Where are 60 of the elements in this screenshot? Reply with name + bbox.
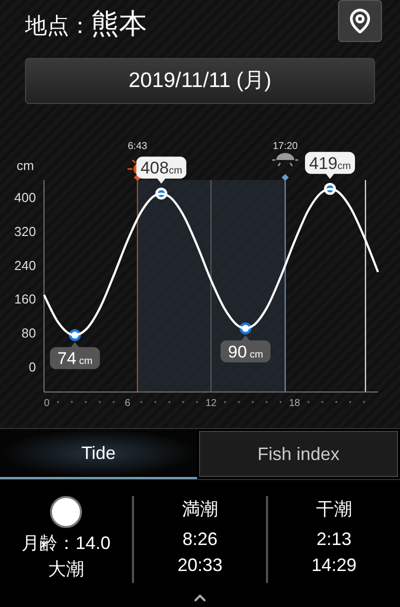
x-minor-tick (182, 400, 184, 403)
sunrise-time: 6:43 (128, 140, 148, 152)
tide-value-callout: 90 cm (220, 335, 271, 362)
x-minor-tick (154, 400, 156, 403)
x-minor-tick (140, 400, 142, 403)
x-minor-tick (266, 400, 268, 403)
tide-point-marker (240, 322, 252, 334)
x-minor-tick (321, 400, 324, 403)
x-minor-tick (349, 400, 352, 403)
y-tick-label: 400 (14, 190, 36, 205)
annotation: 408cm (140, 158, 182, 178)
sunset-icon (272, 152, 298, 166)
y-tick-label: 320 (14, 224, 36, 238)
x-tick-label: 18 (288, 398, 300, 409)
tab[interactable]: Fish index (199, 430, 398, 478)
annotation: 419cm (309, 154, 351, 173)
tide-value-callout: 408cm (136, 156, 186, 184)
y-axis-title: cm (16, 158, 34, 173)
moon-age: 月齢：14.0 (21, 532, 111, 556)
x-minor-tick (98, 400, 101, 403)
tide-point-marker (324, 182, 336, 195)
date-button[interactable]: 2019/11/11 (月) (25, 58, 375, 104)
x-tick-label: 0 (44, 398, 50, 409)
tide-time: 14:29 (311, 554, 357, 578)
y-tick-label: 0 (28, 359, 36, 374)
tab[interactable]: Tide (0, 428, 197, 480)
x-minor-tick (196, 400, 198, 403)
x-minor-tick (112, 400, 115, 403)
full-moon-icon (50, 496, 82, 528)
location-name: 熊本 (91, 6, 147, 41)
tide-type: 大潮 (48, 558, 84, 582)
tide-column-title: 干潮 (316, 498, 352, 522)
x-minor-tick (307, 400, 310, 403)
tide-value-callout: 419cm (305, 152, 355, 179)
tide-point-marker (155, 187, 168, 200)
sunset-time: 17:20 (272, 140, 298, 152)
x-minor-tick (224, 400, 226, 403)
tide-column-title: 満潮 (182, 498, 218, 522)
x-minor-tick (280, 400, 282, 403)
tide-time: 2:13 (316, 528, 352, 552)
x-tick-label: 12 (205, 398, 217, 409)
x-minor-tick (70, 400, 73, 403)
annotation: 90 cm (228, 342, 264, 362)
tide-time: 8:26 (182, 528, 218, 552)
x-minor-tick (238, 400, 240, 403)
location-button[interactable] (338, 0, 382, 42)
annotation: 74 cm (57, 348, 92, 368)
y-tick-label: 240 (14, 257, 36, 272)
reference-marker (282, 174, 289, 181)
x-tick-label: 6 (124, 398, 130, 409)
map-pin-icon (347, 8, 373, 34)
location-label: 地点： (25, 12, 91, 40)
x-minor-tick (252, 400, 254, 403)
y-tick-label: 80 (22, 325, 36, 340)
tide-point-marker (68, 328, 81, 341)
tide-time: 20:33 (177, 554, 223, 578)
y-tick-label: 160 (14, 291, 36, 306)
tide-value-callout: 74 cm (50, 342, 100, 369)
x-minor-tick (56, 400, 59, 403)
x-minor-tick (363, 400, 366, 403)
